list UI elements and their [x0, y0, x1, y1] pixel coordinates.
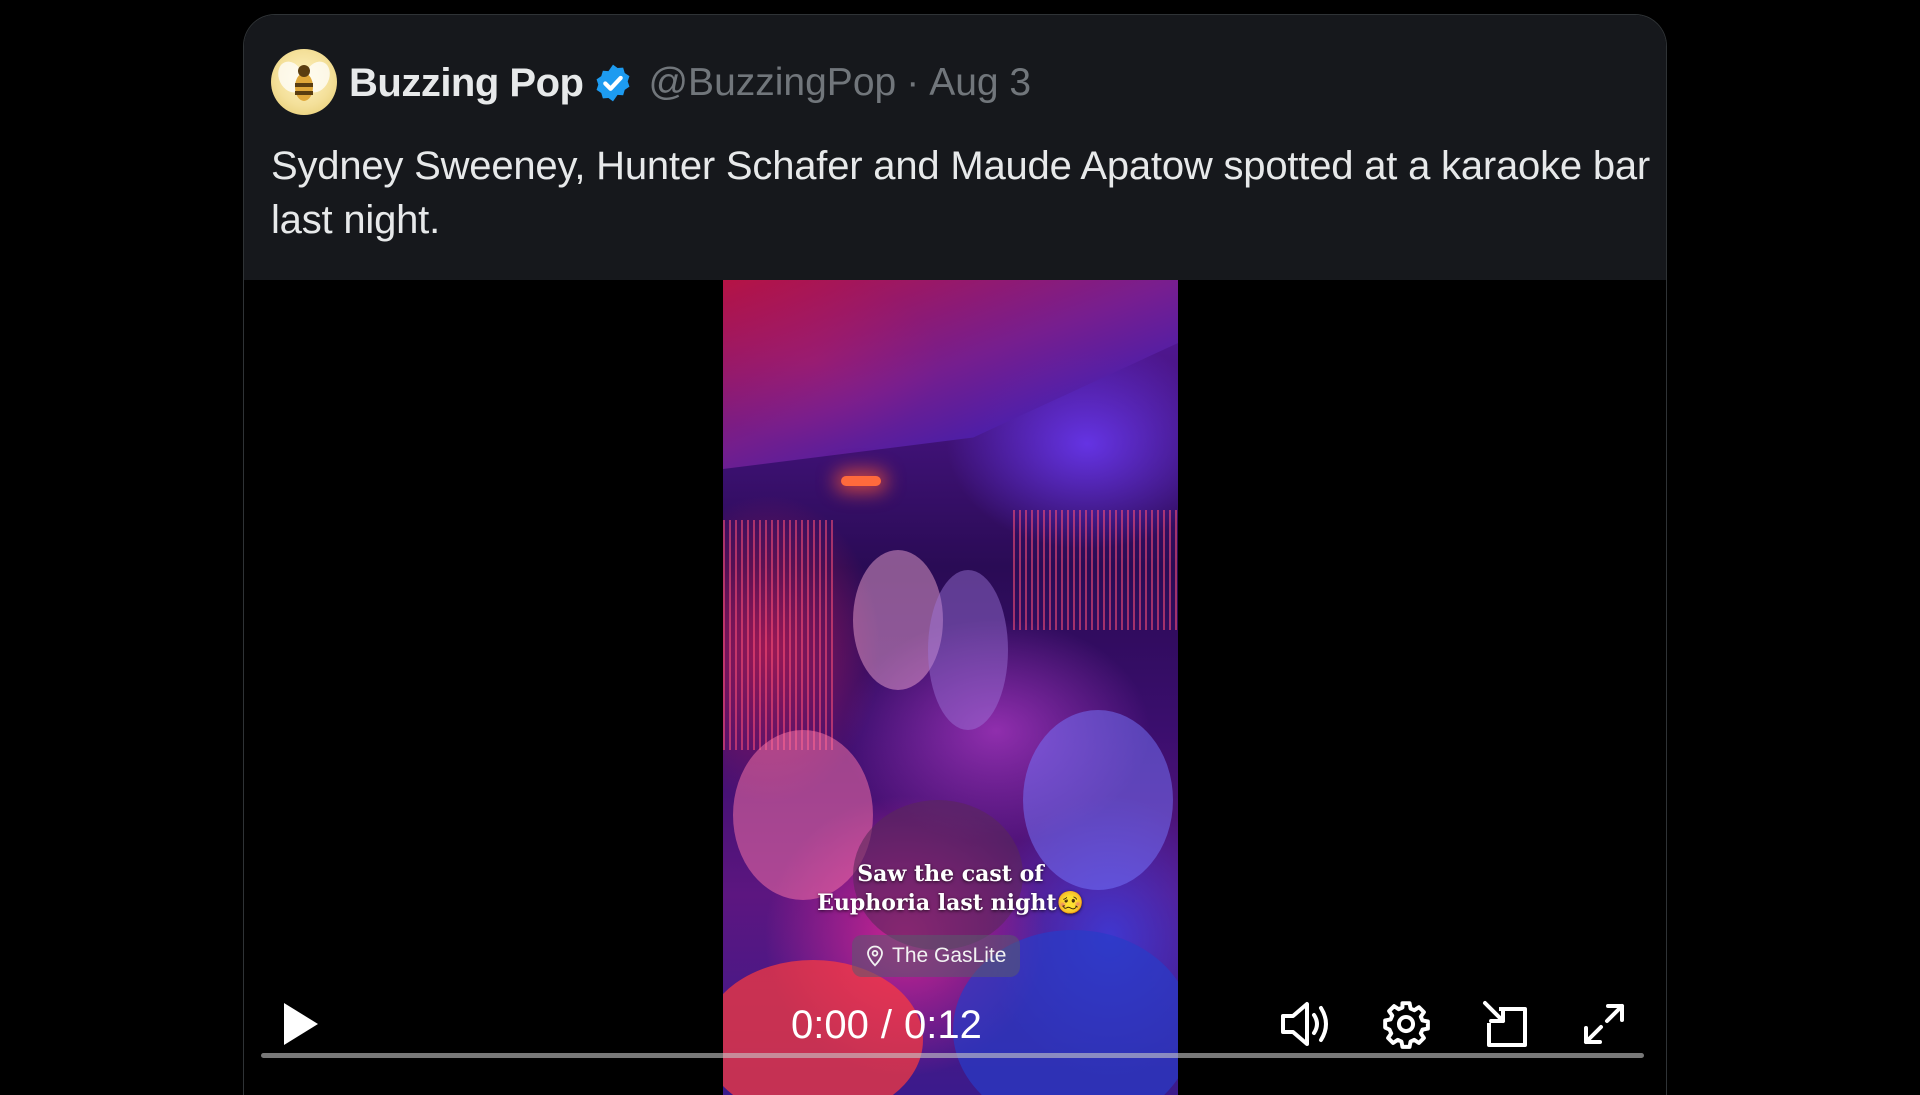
tweet-header: Buzzing Pop @BuzzingPop · Aug 3 Sydney S… [244, 15, 1666, 280]
video-tinsel-scenery [1013, 510, 1178, 630]
tweet-date[interactable]: Aug 3 [929, 61, 1031, 105]
fullscreen-icon [1584, 1004, 1624, 1044]
bee-avatar-icon[interactable] [271, 49, 337, 115]
verified-badge-icon[interactable] [592, 62, 634, 104]
time-current: 0:00 [791, 1002, 869, 1047]
location-tag: The GasLite [852, 935, 1021, 977]
gear-icon [1383, 1001, 1430, 1049]
video-tinsel-scenery [723, 520, 833, 750]
location-label: The GasLite [892, 944, 1007, 967]
caption-line: Saw the cast of [857, 861, 1044, 887]
dot-separator: · [906, 61, 920, 104]
time-separator: / [880, 1002, 892, 1047]
video-player[interactable]: Saw the cast of Euphoria last night🥴 The… [244, 280, 1666, 1095]
author-name[interactable]: Buzzing Pop [349, 61, 584, 106]
location-pin-icon [867, 945, 883, 967]
tweet-card[interactable]: Buzzing Pop @BuzzingPop · Aug 3 Sydney S… [243, 14, 1667, 1095]
video-lamp-scenery [841, 476, 881, 486]
fullscreen-button[interactable] [1574, 994, 1634, 1054]
volume-icon [1281, 1002, 1328, 1046]
progress-bar[interactable] [261, 1053, 1644, 1058]
video-frame[interactable]: Saw the cast of Euphoria last night🥴 The… [723, 280, 1178, 1095]
pop-out-button[interactable] [1476, 994, 1536, 1054]
pop-out-icon [1483, 1001, 1527, 1047]
play-icon [284, 1003, 318, 1045]
time-total: 0:12 [903, 1002, 982, 1047]
play-button[interactable] [272, 996, 328, 1052]
settings-button[interactable] [1376, 994, 1436, 1054]
author-handle[interactable]: @BuzzingPop [648, 61, 896, 105]
caption-line: Euphoria last night🥴 [817, 890, 1084, 916]
video-crowd-scenery [928, 570, 1008, 730]
volume-button[interactable] [1277, 994, 1337, 1054]
author-row: Buzzing Pop @BuzzingPop · Aug 3 [349, 55, 1031, 111]
video-ceiling-scenery [723, 280, 1178, 469]
time-display: 0:00 / 0:12 [791, 1000, 982, 1050]
tweet-text: Sydney Sweeney, Hunter Schafer and Maude… [271, 144, 1651, 242]
video-caption: Saw the cast of Euphoria last night🥴 [723, 860, 1178, 918]
